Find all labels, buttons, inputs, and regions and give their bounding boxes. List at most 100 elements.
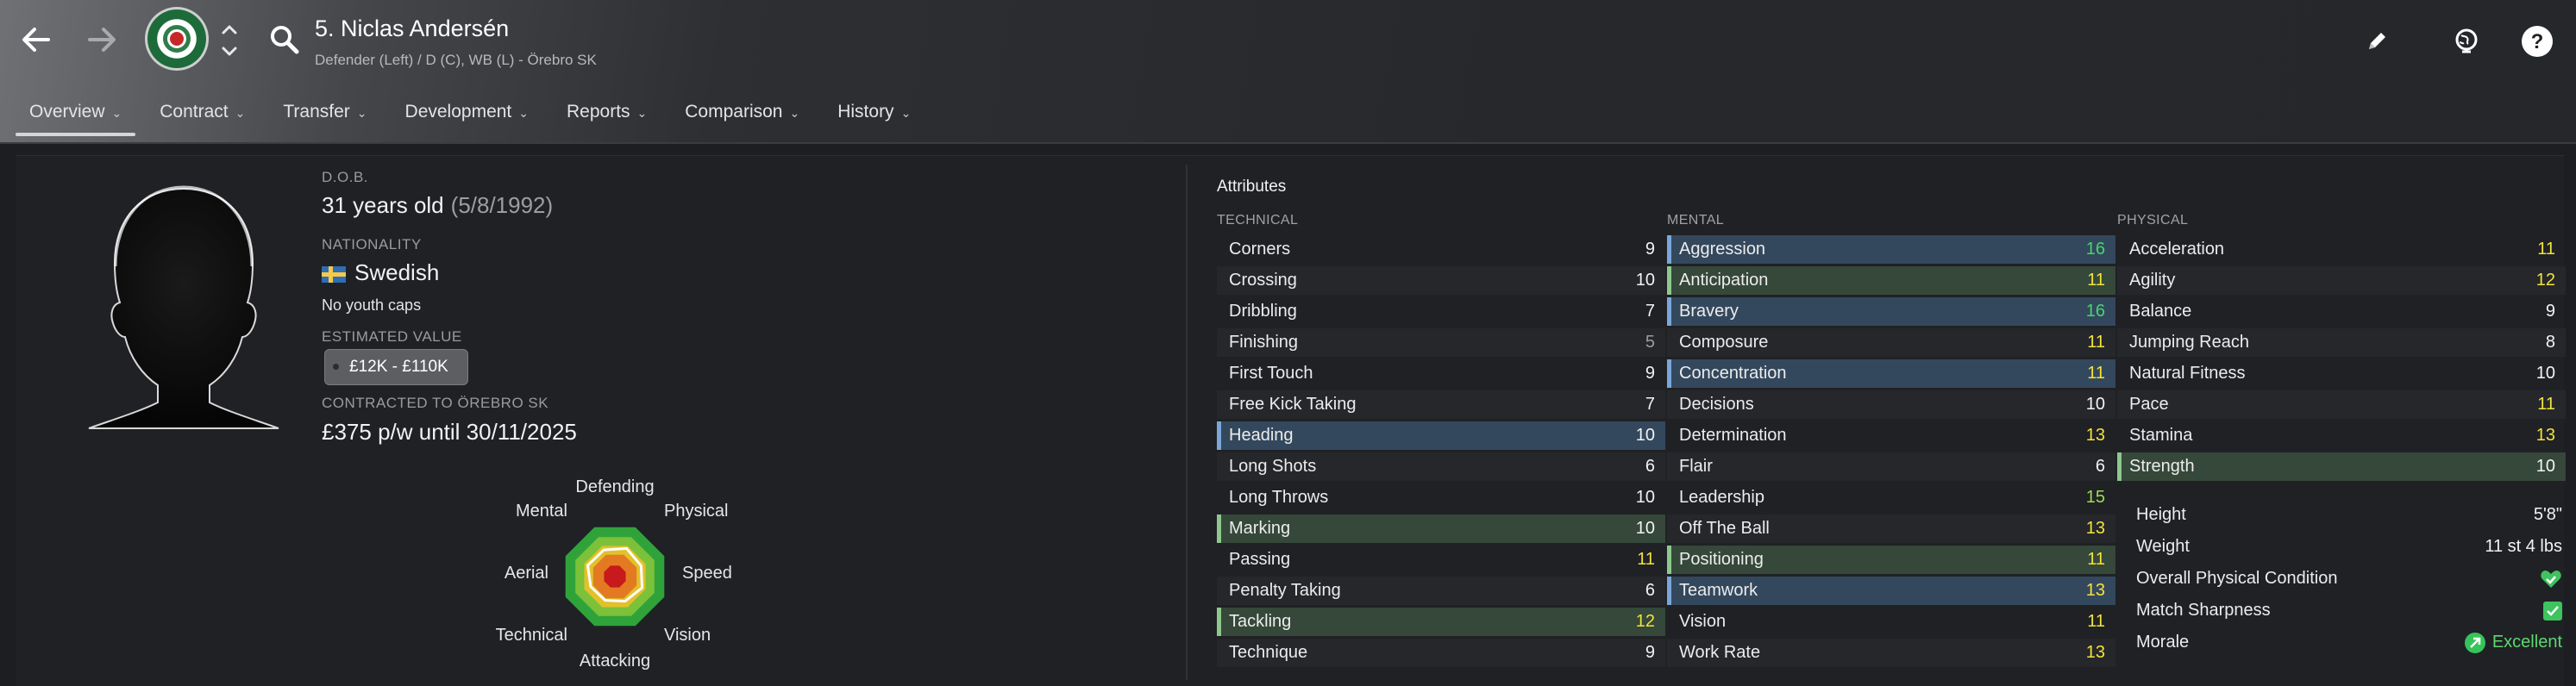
contract-value[interactable]: £375 p/w until 30/11/2025	[322, 419, 577, 446]
attribute-row-bravery[interactable]: Bravery 16	[1667, 297, 2115, 326]
tab-transfer[interactable]: Transfer ⌄	[266, 91, 384, 133]
scout-globe-icon[interactable]	[2448, 22, 2485, 60]
attribute-row-pace[interactable]: Pace 11	[2117, 390, 2566, 419]
tab-history[interactable]: History ⌄	[820, 91, 928, 133]
tab-overview[interactable]: Overview ⌄	[12, 91, 139, 136]
attribute-row-leadership[interactable]: Leadership 15	[1667, 483, 2115, 512]
attribute-row-teamwork[interactable]: Teamwork 13	[1667, 577, 2115, 605]
attribute-name: Long Shots	[1229, 457, 1317, 476]
help-icon[interactable]: ?	[2518, 22, 2556, 60]
height-value: 5'8"	[2533, 505, 2562, 524]
attribute-name: Teamwork	[1679, 581, 1758, 600]
mental-attributes: Aggression 16 Anticipation 11 Bravery 16 Compo…	[1667, 235, 2115, 670]
svg-text:?: ?	[2531, 30, 2544, 53]
attribute-row-tackling[interactable]: Tackling 12	[1217, 608, 1665, 636]
tab-label: Overview	[29, 102, 105, 122]
attribute-row-natural-fitness[interactable]: Natural Fitness 10	[2117, 359, 2566, 388]
attribute-row-work-rate[interactable]: Work Rate 13	[1667, 639, 2115, 667]
attribute-row-flair[interactable]: Flair 6	[1667, 452, 2115, 481]
attribute-row-jumping-reach[interactable]: Jumping Reach 8	[2117, 328, 2566, 357]
attribute-row-long-throws[interactable]: Long Throws 10	[1217, 483, 1665, 512]
attribute-name: Tackling	[1229, 612, 1292, 631]
attribute-name: Jumping Reach	[2129, 333, 2249, 352]
nationality-value[interactable]: Swedish	[322, 259, 439, 286]
player-position-club[interactable]: Defender (Left) / D (C), WB (L) - Örebro…	[315, 52, 597, 69]
attribute-name: Anticipation	[1679, 271, 1769, 290]
attribute-row-balance[interactable]: Balance 9	[2117, 297, 2566, 326]
attribute-name: Crossing	[1229, 271, 1297, 290]
attribute-value: 11	[2087, 612, 2105, 631]
attribute-value: 11	[2087, 333, 2105, 352]
search-icon[interactable]	[267, 22, 302, 57]
radar-label-physical: Physical	[664, 502, 728, 521]
age-value: 31 years old (5/8/1992)	[322, 192, 553, 219]
morale-label: Morale	[2136, 633, 2190, 652]
attribute-row-marking[interactable]: Marking 10	[1217, 514, 1665, 543]
estimated-value-tag[interactable]: £12K - £110K	[324, 349, 468, 385]
attribute-row-free-kick-taking[interactable]: Free Kick Taking 7	[1217, 390, 1665, 419]
tab-comparison[interactable]: Comparison ⌄	[668, 91, 817, 133]
physical-info: Height 5'8" Weight 11 st 4 lbs Overall Phy…	[2124, 499, 2573, 658]
attribute-name: Flair	[1679, 457, 1713, 476]
attribute-value: 10	[2535, 457, 2555, 476]
attribute-row-decisions[interactable]: Decisions 10	[1667, 390, 2115, 419]
attribute-name: Stamina	[2129, 426, 2193, 445]
attribute-row-acceleration[interactable]: Acceleration 11	[2117, 235, 2566, 264]
attribute-row-off-the-ball[interactable]: Off The Ball 13	[1667, 514, 2115, 543]
attribute-value: 13	[2085, 519, 2105, 538]
tab-development[interactable]: Development ⌄	[388, 91, 546, 133]
attribute-value: 16	[2085, 302, 2105, 321]
sharpness-row[interactable]: Match Sharpness	[2124, 595, 2573, 627]
attribute-row-technique[interactable]: Technique 9	[1217, 639, 1665, 667]
attribute-value: 11	[2537, 240, 2555, 259]
attribute-row-passing[interactable]: Passing 11	[1217, 546, 1665, 574]
edit-pencil-icon[interactable]	[2358, 22, 2396, 60]
morale-row[interactable]: Morale Excellent	[2124, 627, 2573, 658]
chevron-down-icon: ⌄	[900, 105, 912, 120]
forward-arrow-icon[interactable]	[81, 19, 122, 60]
attribute-name: Acceleration	[2129, 240, 2225, 259]
attribute-row-finishing[interactable]: Finishing 5	[1217, 328, 1665, 357]
attribute-row-dribbling[interactable]: Dribbling 7	[1217, 297, 1665, 326]
radar-label-aerial: Aerial	[505, 564, 548, 583]
attribute-row-long-shots[interactable]: Long Shots 6	[1217, 452, 1665, 481]
attribute-row-first-touch[interactable]: First Touch 9	[1217, 359, 1665, 388]
attribute-value: 9	[1645, 240, 1655, 259]
attribute-row-heading[interactable]: Heading 10	[1217, 421, 1665, 450]
tab-label: Transfer	[283, 102, 350, 122]
attribute-row-penalty-taking[interactable]: Penalty Taking 6	[1217, 577, 1665, 605]
morale-value: Excellent	[2491, 633, 2562, 652]
attribute-row-corners[interactable]: Corners 9	[1217, 235, 1665, 264]
attribute-value: 13	[2535, 426, 2555, 445]
attribute-row-positioning[interactable]: Positioning 11	[1667, 546, 2115, 574]
club-badge[interactable]	[145, 7, 209, 71]
attribute-row-determination[interactable]: Determination 13	[1667, 421, 2115, 450]
attribute-row-crossing[interactable]: Crossing 10	[1217, 266, 1665, 295]
attribute-row-anticipation[interactable]: Anticipation 11	[1667, 266, 2115, 295]
back-arrow-icon[interactable]	[16, 19, 57, 60]
height-label: Height	[2136, 505, 2186, 524]
chevron-up-down-icon[interactable]	[219, 19, 240, 62]
attribute-row-vision[interactable]: Vision 11	[1667, 608, 2115, 636]
attribute-row-stamina[interactable]: Stamina 13	[2117, 421, 2566, 450]
attribute-value: 11	[1637, 550, 1655, 569]
chevron-down-icon: ⌄	[636, 105, 648, 120]
sharpness-label: Match Sharpness	[2136, 601, 2271, 620]
attribute-row-composure[interactable]: Composure 11	[1667, 328, 2115, 357]
chevron-down-icon: ⌄	[518, 105, 529, 120]
tab-reports[interactable]: Reports ⌄	[549, 91, 664, 133]
attribute-row-aggression[interactable]: Aggression 16	[1667, 235, 2115, 264]
attribute-row-concentration[interactable]: Concentration 11	[1667, 359, 2115, 388]
attribute-value: 13	[2085, 581, 2105, 600]
radar-label-mental: Mental	[516, 502, 567, 521]
attribute-name: Strength	[2129, 457, 2195, 476]
attribute-value: 6	[2095, 457, 2105, 476]
weight-label: Weight	[2136, 537, 2190, 556]
attribute-row-strength[interactable]: Strength 10	[2117, 452, 2566, 481]
attribute-name: Composure	[1679, 333, 1769, 352]
attribute-row-agility[interactable]: Agility 12	[2117, 266, 2566, 295]
dob-text: (5/8/1992)	[450, 192, 554, 218]
condition-row[interactable]: Overall Physical Condition	[2124, 563, 2573, 595]
tab-contract[interactable]: Contract ⌄	[142, 91, 262, 133]
height-row: Height 5'8"	[2124, 499, 2573, 531]
